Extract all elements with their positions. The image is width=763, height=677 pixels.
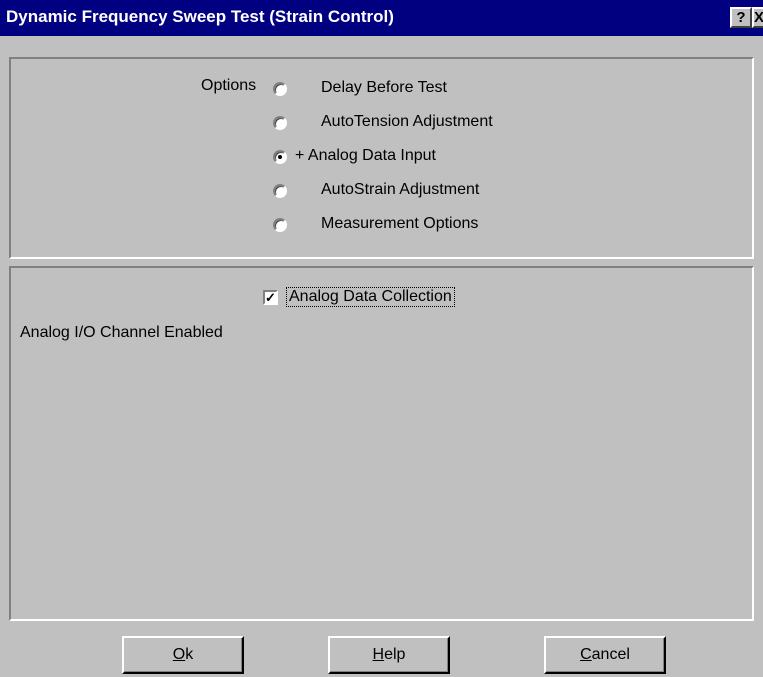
- radio-button-icon[interactable]: [273, 82, 287, 96]
- checkmark-icon[interactable]: ✓: [263, 290, 278, 305]
- title-bar: Dynamic Frequency Sweep Test (Strain Con…: [0, 0, 763, 36]
- close-icon[interactable]: X: [752, 7, 763, 28]
- options-label: Options: [201, 77, 257, 94]
- options-panel: Options Delay Before Test AutoTension Ad…: [9, 57, 754, 259]
- radio-button-selected-icon[interactable]: [273, 150, 287, 164]
- cancel-accelerator: C: [580, 646, 592, 663]
- ok-accelerator: O: [172, 646, 186, 663]
- help-button[interactable]: Help: [328, 636, 450, 674]
- cancel-label-rest: ancel: [591, 646, 630, 663]
- analog-status-text: Analog I/O Channel Enabled: [20, 324, 223, 341]
- option-label: + Analog Data Input: [295, 147, 436, 164]
- analog-panel: ✓ Analog Data Collection Analog I/O Chan…: [9, 266, 754, 621]
- radio-button-icon[interactable]: [273, 218, 287, 232]
- help-accelerator: H: [372, 646, 385, 663]
- radio-button-icon[interactable]: [273, 116, 287, 130]
- option-label: AutoTension Adjustment: [321, 113, 493, 130]
- checkbox-label: Analog Data Collection: [286, 287, 455, 307]
- cancel-button[interactable]: Cancel: [544, 636, 666, 674]
- option-label: Delay Before Test: [321, 79, 447, 96]
- ok-button[interactable]: Ok: [122, 636, 244, 674]
- ok-label-rest: k: [185, 646, 194, 663]
- help-icon[interactable]: ?: [730, 7, 752, 28]
- option-label: Measurement Options: [321, 215, 479, 232]
- radio-button-icon[interactable]: [273, 184, 287, 198]
- option-label: AutoStrain Adjustment: [321, 181, 480, 198]
- help-label-rest: elp: [384, 646, 406, 663]
- window-title: Dynamic Frequency Sweep Test (Strain Con…: [6, 7, 394, 26]
